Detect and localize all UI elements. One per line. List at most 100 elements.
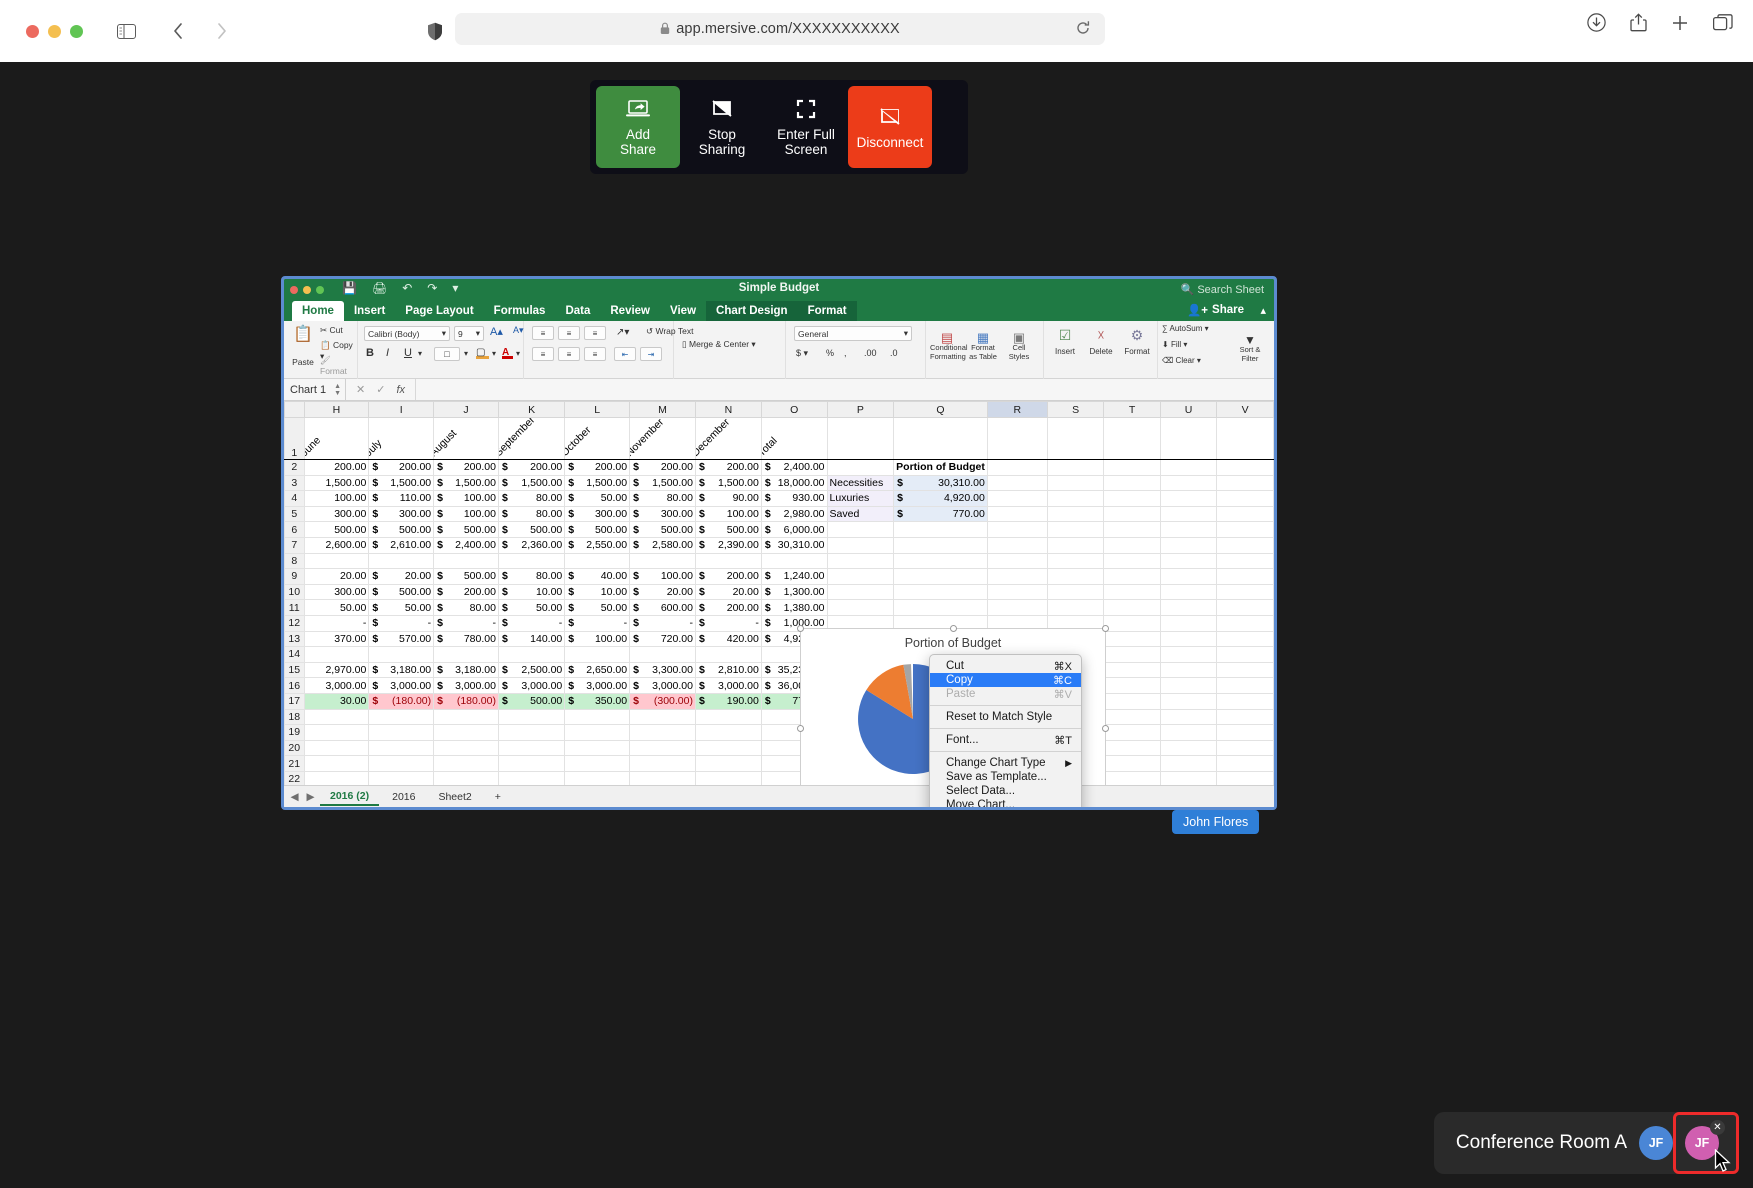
cell-O10[interactable]: 1,300.00 (760, 583, 828, 601)
cell-L19[interactable] (564, 724, 631, 741)
cell-S1[interactable] (1046, 417, 1105, 460)
align-middle-button[interactable]: ≡ (558, 326, 580, 340)
ribbon-tab-format[interactable]: Format (797, 301, 857, 321)
underline-chevron-down-icon[interactable]: ▾ (418, 349, 422, 358)
format-as-table-button[interactable]: ▦ Format as Table (966, 325, 1000, 370)
cell-N1[interactable]: December (694, 417, 762, 460)
row-header-16[interactable]: 16 (284, 677, 305, 694)
cell-Q6[interactable] (893, 521, 988, 538)
cell-H20[interactable] (303, 739, 370, 757)
cell-R5[interactable] (986, 505, 1048, 523)
cell-K4[interactable]: 80.00 (497, 490, 566, 507)
close-window-button[interactable] (26, 24, 39, 38)
cell-J14[interactable] (433, 646, 499, 663)
cell-K10[interactable]: 10.00 (497, 583, 566, 601)
excel-search-box[interactable]: 🔍 Search Sheet (1181, 283, 1264, 296)
cell-J8[interactable] (433, 552, 499, 570)
cell-U8[interactable] (1159, 552, 1218, 570)
sheet-tab-2016[interactable]: 2016 (382, 789, 425, 805)
cell-K13[interactable]: 140.00 (497, 630, 566, 648)
cell-K6[interactable]: 500.00 (497, 521, 566, 538)
conditional-formatting-button[interactable]: ▤ Conditional Formatting (930, 325, 968, 370)
ribbon-tab-view[interactable]: View (660, 301, 706, 321)
column-header-I[interactable]: I (368, 401, 435, 418)
context-menu-item-select-data[interactable]: Select Data... (930, 784, 1081, 798)
cell-J1[interactable]: August (433, 417, 499, 460)
cell-K14[interactable] (497, 646, 566, 663)
cell-J7[interactable]: 2,400.00 (433, 536, 499, 554)
cell-R8[interactable] (986, 552, 1048, 570)
cell-R4[interactable] (986, 490, 1048, 507)
cell-I1[interactable]: July (368, 417, 435, 460)
cell-T5[interactable] (1103, 505, 1161, 523)
cell-T2[interactable] (1103, 459, 1161, 476)
context-menu-item-move-chart[interactable]: Move Chart... (930, 798, 1081, 807)
row-header-13[interactable]: 13 (284, 630, 305, 648)
cell-M3[interactable]: 1,500.00 (629, 474, 696, 492)
sidebar-toggle-icon[interactable] (109, 16, 143, 46)
cell-K15[interactable]: 2,500.00 (497, 661, 566, 679)
cell-K9[interactable]: 80.00 (497, 568, 566, 585)
cell-J10[interactable]: 200.00 (433, 583, 499, 601)
percent-format-button[interactable]: % (826, 348, 834, 358)
cell-T3[interactable] (1103, 474, 1161, 492)
cell-J12[interactable]: - (433, 614, 499, 632)
cell-T9[interactable] (1103, 568, 1161, 585)
cell-H10[interactable]: 300.00 (303, 583, 370, 601)
context-menu-item-cut[interactable]: Cut ⌘X (930, 659, 1081, 673)
chart-resize-handle-n[interactable] (950, 625, 957, 632)
cell-Q3[interactable]: 30,310.00 (893, 474, 988, 492)
cell-L11[interactable]: 50.00 (564, 599, 631, 616)
cell-S3[interactable] (1046, 474, 1105, 492)
cell-K5[interactable]: 80.00 (497, 505, 566, 523)
row-header-2[interactable]: 2 (284, 459, 305, 476)
cell-K12[interactable]: - (497, 614, 566, 632)
cell-S5[interactable] (1046, 505, 1105, 523)
column-header-T[interactable]: T (1103, 401, 1161, 418)
insert-function-icon[interactable]: fx (396, 384, 405, 396)
paste-button[interactable]: 📋 Paste (290, 327, 316, 368)
tab-overview-icon[interactable] (1712, 13, 1733, 37)
cell-S8[interactable] (1046, 552, 1105, 570)
share-icon[interactable] (1630, 13, 1647, 37)
cell-O1[interactable]: Total (760, 417, 828, 460)
cell-U21[interactable] (1159, 755, 1218, 772)
cell-H6[interactable]: 500.00 (303, 521, 370, 538)
cell-T8[interactable] (1103, 552, 1161, 570)
cell-N3[interactable]: 1,500.00 (694, 474, 762, 492)
row-header-10[interactable]: 10 (284, 583, 305, 601)
cell-Q1[interactable] (893, 417, 988, 460)
row-header-15[interactable]: 15 (284, 661, 305, 679)
row-header-9[interactable]: 9 (284, 568, 305, 585)
cell-M18[interactable] (629, 708, 696, 726)
cell-H13[interactable]: 370.00 (303, 630, 370, 648)
cell-J16[interactable]: 3,000.00 (433, 677, 499, 694)
sheet-tab-sheet2[interactable]: Sheet2 (428, 789, 481, 805)
cell-P7[interactable] (826, 536, 895, 554)
cell-L1[interactable]: October (564, 417, 631, 460)
cell-O6[interactable]: 6,000.00 (760, 521, 828, 538)
cell-N10[interactable]: 20.00 (694, 583, 762, 601)
cell-M5[interactable]: 300.00 (629, 505, 696, 523)
row-header-19[interactable]: 19 (284, 724, 305, 741)
cell-P8[interactable] (826, 552, 895, 570)
cell-M9[interactable]: 100.00 (629, 568, 696, 585)
stop-sharing-button[interactable]: Stop Sharing (680, 86, 764, 168)
cell-P2[interactable] (826, 459, 895, 476)
column-header-K[interactable]: K (497, 401, 566, 418)
cell-I8[interactable] (368, 552, 435, 570)
cell-R6[interactable] (986, 521, 1048, 538)
cell-U9[interactable] (1159, 568, 1218, 585)
cell-I10[interactable]: 500.00 (368, 583, 435, 601)
cell-N16[interactable]: 3,000.00 (694, 677, 762, 694)
cell-R10[interactable] (986, 583, 1048, 601)
cell-V18[interactable] (1216, 708, 1274, 726)
cell-T13[interactable] (1103, 630, 1161, 648)
cell-V16[interactable] (1216, 677, 1274, 694)
ribbon-tab-data[interactable]: Data (555, 301, 600, 321)
cell-Q10[interactable] (893, 583, 988, 601)
cell-N19[interactable] (694, 724, 762, 741)
excel-share-button[interactable]: 👤+ Share (1187, 303, 1244, 317)
cell-P6[interactable] (826, 521, 895, 538)
cell-V20[interactable] (1216, 739, 1274, 757)
